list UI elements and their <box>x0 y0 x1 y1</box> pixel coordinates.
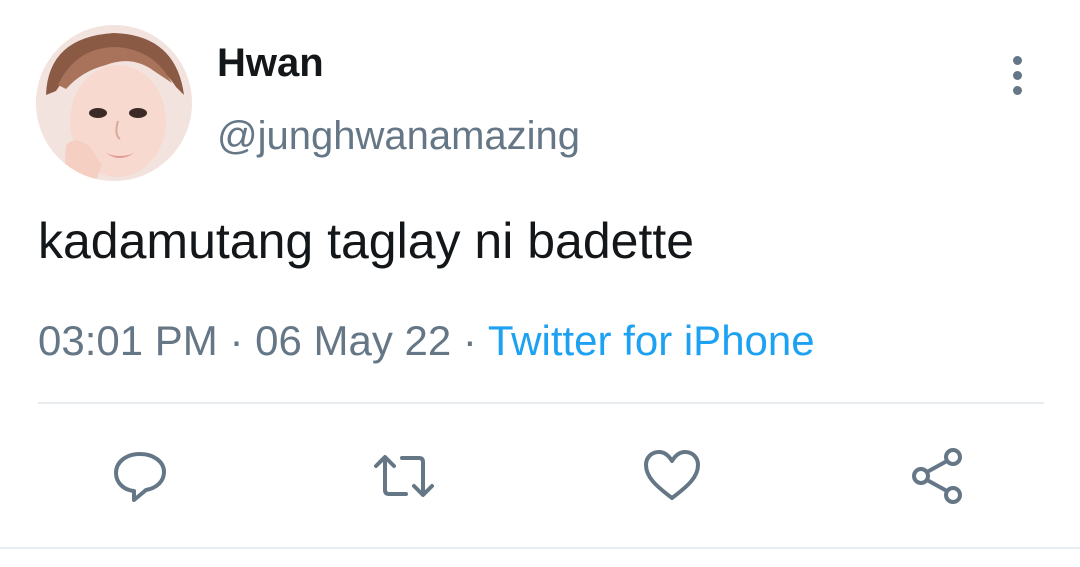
bottom-divider <box>0 547 1080 549</box>
divider <box>38 402 1044 404</box>
share-button[interactable] <box>906 444 970 508</box>
tweet-meta: 03:01 PM · 06 May 22 · Twitter for iPhon… <box>38 316 815 366</box>
tweet-time: 03:01 PM <box>38 317 218 364</box>
like-button[interactable] <box>640 444 704 508</box>
retweet-icon <box>374 455 434 497</box>
user-handle[interactable]: @junghwanamazing <box>217 113 580 159</box>
reply-icon <box>114 452 166 502</box>
share-icon <box>912 448 962 504</box>
tweet-date: 06 May 22 <box>255 317 452 364</box>
heart-icon <box>644 450 700 500</box>
more-options-button[interactable] <box>996 54 1038 96</box>
meta-separator: · <box>229 317 256 364</box>
avatar[interactable] <box>36 25 192 181</box>
tweet-source-link[interactable]: Twitter for iPhone <box>488 317 815 364</box>
reply-button[interactable] <box>108 444 172 508</box>
display-name[interactable]: Hwan <box>217 40 324 86</box>
more-vertical-icon-dot <box>1012 70 1022 80</box>
avatar-image <box>36 25 192 181</box>
tweet-text: kadamutang taglay ni badette <box>38 213 695 269</box>
tweet-card: Hwan @junghwanamazing kadamutang taglay … <box>0 0 1080 567</box>
more-vertical-icon-dot <box>1012 85 1022 95</box>
meta-separator: · <box>462 317 488 364</box>
retweet-button[interactable] <box>372 444 436 508</box>
more-vertical-icon <box>1012 55 1022 65</box>
